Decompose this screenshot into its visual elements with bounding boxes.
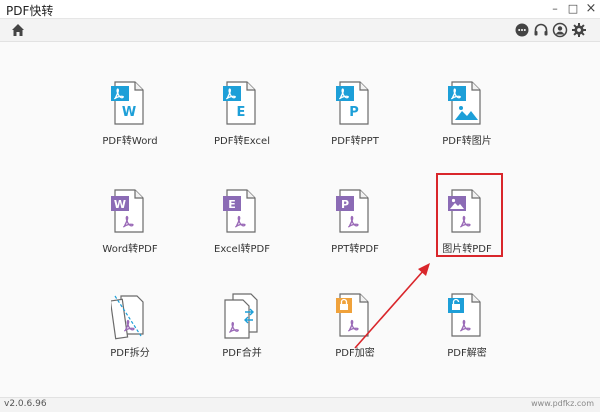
status-bar: v2.0.6.96 www.pdfkz.com <box>0 397 600 412</box>
version-label: v2.0.6.96 <box>4 399 47 409</box>
annotation-arrow <box>354 263 430 349</box>
watermark-text: www.pdfkz.com <box>531 399 594 408</box>
